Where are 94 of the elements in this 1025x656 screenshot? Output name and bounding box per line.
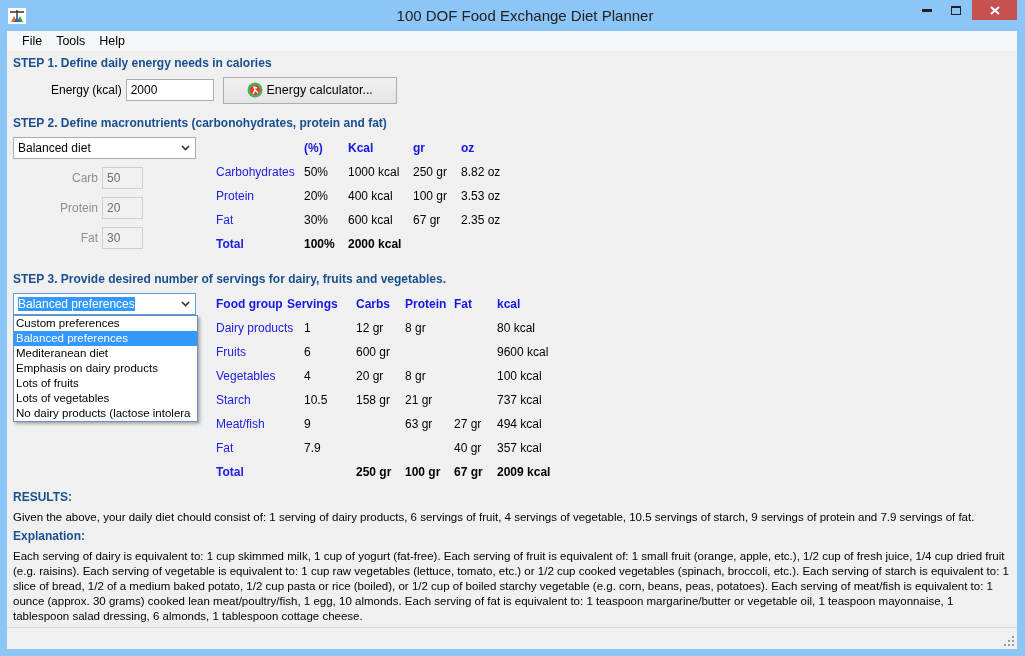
table-cell-text: 400 kcal — [348, 188, 394, 205]
row-label: Meat/fish — [216, 416, 266, 433]
table-cell-text: 27 gr — [454, 416, 483, 433]
table-cell-text: 600 kcal — [348, 212, 394, 229]
row-label: Fruits — [216, 344, 247, 361]
column-header: (%) — [304, 140, 324, 157]
row-label: Fat — [216, 440, 235, 457]
window-title: 100 DOF Food Exchange Diet Planner — [395, 7, 655, 24]
dropdown-option[interactable]: Lots of vegetables — [14, 391, 197, 406]
table-cell-text: 67 gr — [413, 212, 442, 229]
menu-item[interactable]: File — [15, 34, 50, 48]
resize-grip-icon — [1004, 636, 1014, 646]
table-cell-text: 2000 kcal — [348, 236, 403, 253]
energy-calculator-button[interactable]: Energy calculator... — [222, 76, 397, 104]
table-cell-text: 20 gr — [356, 368, 385, 385]
dropdown-option[interactable]: Lots of fruits — [14, 376, 197, 391]
table-cell-text: 250 gr — [413, 164, 449, 181]
table-cell-text: 100% — [304, 236, 336, 253]
row-label: Protein — [216, 188, 256, 205]
table-cell-text: 1 — [304, 320, 312, 337]
dropdown-option[interactable]: No dairy products (lactose intolera — [14, 406, 197, 421]
table-cell-text: 10.5 — [304, 392, 329, 409]
table-cell-text: 1000 kcal — [348, 164, 401, 181]
table-cell-text: 40 gr — [454, 440, 483, 457]
table-cell-text: 3.53 oz — [461, 188, 502, 205]
diet-dropdown[interactable]: Balanced diet — [13, 137, 196, 159]
column-header: oz — [461, 140, 476, 157]
table-cell-text: 6 — [304, 344, 312, 361]
table-cell-text: 2.35 oz — [461, 212, 502, 229]
table-cell-text: 9 — [304, 416, 312, 433]
section-heading: Explanation: — [13, 529, 86, 545]
table-cell-text: 8 gr — [405, 320, 427, 337]
section-heading: STEP 3. Provide desired number of servings for dairy, fruits and vegetables. — [13, 272, 448, 288]
column-header: Carbs — [356, 296, 391, 313]
table-cell-text: 50% — [304, 164, 330, 181]
row-label: Starch — [216, 392, 252, 409]
dropdown-option[interactable]: Emphasis on dairy products — [14, 361, 197, 376]
table-cell-text: 250 gr — [356, 464, 393, 481]
table-cell-text: 21 gr — [405, 392, 434, 409]
field-label: Protein — [59, 201, 98, 215]
column-header: Food group — [216, 296, 284, 313]
column-header: Kcal — [348, 140, 375, 157]
field-label: Energy (kcal) — [51, 83, 122, 97]
explanation-text: Each serving of dairy is equivalent to: 1 cup skimmed milk, 1 cup of yogurt (fat-free). Each serving of fruit is equivalent of: 1 small fruit (orange, apple, etc.), 1/2 cup of fresh juice, 1/4 cup dried fruit (e.g. raisins). Each serving of vegetable is equivalent to: 1 cup raw vegetables (lettuce, tomato, etc.) or 1/2 cup cooked vegetables (spinach, broccoli, etc.). Each serving of starch is equivalent to: 1 slice of bread, 1/2 of a medium baked potato, 1/2 cup pasta or rice (boiled), or 1/2 cup of boiled starchy vegetable (e.g. corn, beans, peas, potatoes). Each serving of meat/fish is equivalent to: 1 ounce (approx. 30 grams) cooked lean meat/poultry/fish, 1 egg, 10 almonds. Each serving of fat is equivalent to: 1 teaspoon margarine/butter or vegetable oil, 1 teaspoon mayonnaise, 1 tablespoon salad dressing, 6 almonds, 1 tablespoon cottage cheese. — [13, 549, 1010, 624]
column-header: gr — [413, 140, 426, 157]
row-label: Carbohydrates — [216, 164, 296, 181]
column-header: Protein — [405, 296, 448, 313]
table-cell-text: 100 gr — [405, 464, 442, 481]
row-label: Total — [216, 464, 245, 481]
dropdown-option[interactable]: Custom preferences — [14, 316, 197, 331]
close-button[interactable] — [972, 0, 1017, 20]
table-cell-text: 494 kcal — [497, 416, 543, 433]
table-cell-text: 30% — [304, 212, 330, 229]
field-label: Carb — [72, 171, 98, 185]
table-cell-text: 80 kcal — [497, 320, 537, 337]
menu-item[interactable]: Tools — [49, 34, 93, 48]
maximize-icon — [951, 5, 961, 15]
results-text: Given the above, your daily diet chould consist of: 1 serving of dairy products, 6 servings of fruit, 4 servings of vegetable, 10.5 servings of starch, 9 servings of protein and 7.9 servings of fat. — [13, 510, 976, 525]
field-label: Fat — [80, 231, 98, 245]
section-heading: STEP 2. Define macronutrients (carbonohydrates, protein and fat) — [13, 116, 388, 132]
close-icon — [989, 5, 1000, 15]
table-cell-text: 4 — [304, 368, 312, 385]
table-cell-text: 67 gr — [454, 464, 484, 481]
table-cell-text: 357 kcal — [497, 440, 543, 457]
menu-item[interactable]: Help — [92, 34, 133, 48]
section-heading: RESULTS: — [13, 490, 74, 506]
table-cell-text: 63 gr — [405, 416, 434, 433]
section-heading: STEP 1. Define daily energy needs in calories — [13, 56, 273, 72]
row-label: Total — [216, 236, 245, 253]
minimize-icon — [922, 8, 932, 12]
table-cell-text: 7.9 — [304, 440, 322, 457]
energy-field[interactable]: 2000 — [125, 79, 214, 101]
table-cell-text: 9600 kcal — [497, 344, 550, 361]
chevron-down-icon — [181, 301, 190, 307]
table-cell-text: 8.82 oz — [461, 164, 502, 181]
runner-icon — [246, 82, 263, 98]
table-cell-text: 600 gr — [356, 344, 392, 361]
table-cell-text: 737 kcal — [497, 392, 543, 409]
table-cell-text: 100 kcal — [497, 368, 543, 385]
app-icon — [8, 7, 26, 24]
table-cell-text: 12 gr — [356, 320, 385, 337]
table-cell-text: 20% — [304, 188, 330, 205]
table-cell-text: 2009 kcal — [497, 464, 552, 481]
dropdown-option[interactable]: Mediteranean diet — [14, 346, 197, 361]
table-cell-text: 8 gr — [405, 368, 427, 385]
column-header: kcal — [497, 296, 522, 313]
table-cell-text: 100 gr — [413, 188, 449, 205]
row-label: Fat — [216, 212, 235, 229]
column-header: Fat — [454, 296, 473, 313]
row-label: Dairy products — [216, 320, 295, 337]
chevron-down-icon — [181, 145, 190, 151]
table-cell-text: 158 gr — [356, 392, 392, 409]
row-label: Vegetables — [216, 368, 277, 385]
column-header: Servings — [287, 296, 339, 313]
